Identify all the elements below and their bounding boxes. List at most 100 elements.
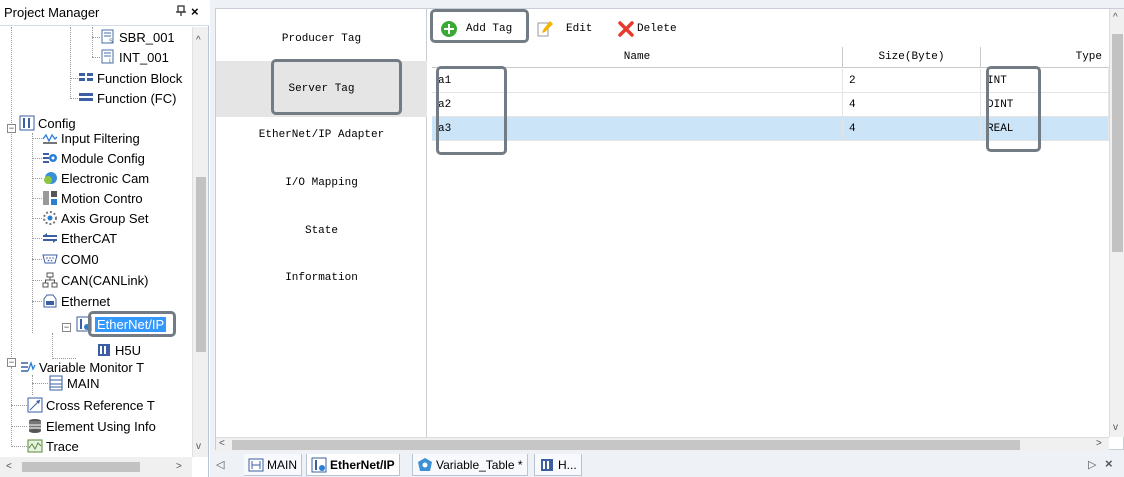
tree-item-cross-reference[interactable]: Cross Reference T bbox=[27, 395, 155, 415]
svg-text:S: S bbox=[109, 38, 113, 45]
delete-button[interactable]: Delete bbox=[617, 18, 677, 40]
tree-item-sbr001[interactable]: S SBR_001 bbox=[100, 27, 175, 47]
column-header-type[interactable]: Type bbox=[981, 47, 1109, 68]
tree-item-ethernet[interactable]: Ethernet bbox=[42, 291, 110, 311]
scroll-thumb[interactable] bbox=[196, 177, 206, 352]
cell-name[interactable]: a1 bbox=[432, 69, 843, 93]
scroll-down-icon[interactable]: v bbox=[1113, 422, 1118, 433]
tab-main[interactable]: MAIN bbox=[244, 454, 302, 476]
tree-item-com0[interactable]: COM0 bbox=[42, 249, 99, 269]
table-vertical-scrollbar[interactable]: ^ v bbox=[1109, 9, 1124, 437]
tree-item-label: Trace bbox=[46, 438, 79, 454]
tabs-scroll-right-icon[interactable]: ▷ bbox=[1088, 458, 1096, 471]
table-row[interactable]: a1 2 INT bbox=[432, 69, 1109, 93]
tree-item-label: CAN(CANLink) bbox=[61, 272, 149, 288]
ethernet-ip-editor: Producer Tag Server Tag EtherNet/IP Adap… bbox=[210, 0, 1124, 477]
tree-horizontal-scrollbar[interactable]: < > bbox=[0, 457, 192, 477]
tree-item-label: Function Block bbox=[97, 70, 183, 86]
cell-size[interactable]: 4 bbox=[843, 117, 981, 141]
tab-variable-table[interactable]: Variable_Table * bbox=[412, 454, 528, 476]
tree-item-label: MAIN bbox=[67, 375, 100, 391]
nav-label: EtherNet/IP Adapter bbox=[258, 129, 385, 141]
tree-item-label: Motion Contro bbox=[61, 190, 143, 206]
table-horizontal-scrollbar[interactable]: < > bbox=[216, 437, 1109, 451]
collapse-variable-monitor-icon[interactable]: − bbox=[7, 358, 16, 367]
project-manager-header: Project Manager × bbox=[0, 0, 209, 26]
add-tag-label: Add Tag bbox=[466, 23, 513, 35]
column-header-size[interactable]: Size(Byte) bbox=[843, 47, 981, 68]
cell-name[interactable]: a3 bbox=[432, 117, 843, 141]
scroll-up-icon[interactable]: ^ bbox=[1113, 12, 1118, 23]
can-icon bbox=[42, 272, 58, 288]
tree-item-label: Axis Group Set bbox=[61, 210, 149, 226]
cell-type[interactable]: REAL bbox=[981, 117, 1109, 141]
scroll-left-icon[interactable]: < bbox=[6, 461, 12, 472]
nav-information[interactable]: Information bbox=[216, 250, 427, 306]
tree-item-function-block[interactable]: Function Block bbox=[78, 68, 182, 88]
tree-item-int001[interactable]: I INT_001 bbox=[100, 47, 169, 67]
column-header-label: Type bbox=[1075, 51, 1102, 63]
column-header-name[interactable]: Name bbox=[432, 47, 843, 68]
cell-type[interactable]: INT bbox=[981, 69, 1109, 93]
tab-ethernet-ip[interactable]: EtherNet/IP bbox=[306, 454, 400, 476]
scroll-down-icon[interactable]: v bbox=[196, 441, 201, 452]
tab-label: Variable_Table * bbox=[436, 457, 523, 472]
tree-item-element-using-info[interactable]: Element Using Info bbox=[27, 416, 156, 436]
tree-item-trace[interactable]: Trace bbox=[27, 436, 79, 456]
collapse-ethernet-ip-icon[interactable]: − bbox=[62, 323, 71, 332]
scroll-thumb[interactable] bbox=[22, 462, 140, 472]
tree-item-label: COM0 bbox=[61, 251, 99, 267]
edit-button[interactable]: Edit bbox=[536, 18, 592, 40]
add-tag-button[interactable]: Add Tag bbox=[440, 18, 512, 40]
tree-item-input-filtering[interactable]: Input Filtering bbox=[42, 128, 140, 148]
tree-item-axis-group[interactable]: Axis Group Set bbox=[42, 208, 148, 228]
cell-type[interactable]: DINT bbox=[981, 93, 1109, 117]
tab-h5u[interactable]: H... bbox=[534, 454, 582, 476]
tree-item-motion-control[interactable]: Motion Contro bbox=[42, 188, 143, 208]
table-row[interactable]: a2 4 DINT bbox=[432, 93, 1109, 117]
ladder-icon bbox=[248, 458, 264, 471]
close-icon[interactable]: × bbox=[191, 4, 199, 19]
nav-label: I/O Mapping bbox=[285, 177, 358, 189]
tree-item-can[interactable]: CAN(CANLink) bbox=[42, 270, 148, 290]
scroll-up-icon[interactable]: ^ bbox=[196, 35, 201, 46]
column-header-label: Name bbox=[623, 51, 651, 63]
nav-label: Information bbox=[285, 272, 358, 284]
close-tab-icon[interactable]: × bbox=[1105, 456, 1113, 471]
tabs-scroll-left-icon[interactable]: ◁ bbox=[216, 458, 224, 471]
tree-item-ethercat[interactable]: EtherCAT bbox=[42, 228, 117, 248]
edit-label: Edit bbox=[566, 23, 593, 35]
pin-icon[interactable] bbox=[175, 5, 187, 20]
tree-item-electronic-cam[interactable]: Electronic Cam bbox=[42, 168, 149, 188]
trace-icon bbox=[27, 438, 43, 454]
scroll-left-icon[interactable]: < bbox=[219, 438, 225, 449]
delete-icon bbox=[618, 21, 634, 37]
cell-name[interactable]: a2 bbox=[432, 93, 843, 117]
column-header-label: Size(Byte) bbox=[878, 51, 945, 63]
table-row-selected[interactable]: a3 4 REAL bbox=[432, 117, 1109, 141]
scroll-thumb[interactable] bbox=[1112, 34, 1123, 252]
tree-item-ethernet-ip[interactable]: EtherNet/IP bbox=[76, 314, 167, 334]
scroll-thumb[interactable] bbox=[232, 440, 1020, 450]
tree-item-label: EtherCAT bbox=[61, 230, 118, 246]
cell-size[interactable]: 2 bbox=[843, 69, 981, 93]
tree-item-label: Input Filtering bbox=[61, 130, 140, 146]
nav-producer-tag[interactable]: Producer Tag bbox=[216, 11, 427, 67]
scroll-right-icon[interactable]: > bbox=[176, 461, 182, 472]
variable-table-icon bbox=[418, 457, 432, 471]
tab-label: EtherNet/IP bbox=[330, 457, 395, 472]
svg-text:I: I bbox=[109, 58, 111, 65]
collapse-config-icon[interactable]: − bbox=[7, 124, 16, 133]
module-config-icon bbox=[42, 150, 58, 166]
scroll-right-icon[interactable]: > bbox=[1096, 438, 1102, 449]
function-block-icon bbox=[78, 70, 94, 86]
subroutine-icon: S bbox=[100, 29, 116, 45]
tree-item-main[interactable]: MAIN bbox=[48, 373, 100, 393]
config-icon bbox=[19, 115, 35, 131]
tree-item-module-config[interactable]: Module Config bbox=[42, 148, 145, 168]
tree-item-function-fc[interactable]: Function (FC) bbox=[78, 88, 176, 108]
electronic-cam-icon bbox=[42, 170, 58, 186]
cell-size[interactable]: 4 bbox=[843, 93, 981, 117]
config-nav: Producer Tag Server Tag EtherNet/IP Adap… bbox=[216, 9, 427, 449]
tree-vertical-scrollbar[interactable]: ^ v bbox=[192, 27, 208, 457]
